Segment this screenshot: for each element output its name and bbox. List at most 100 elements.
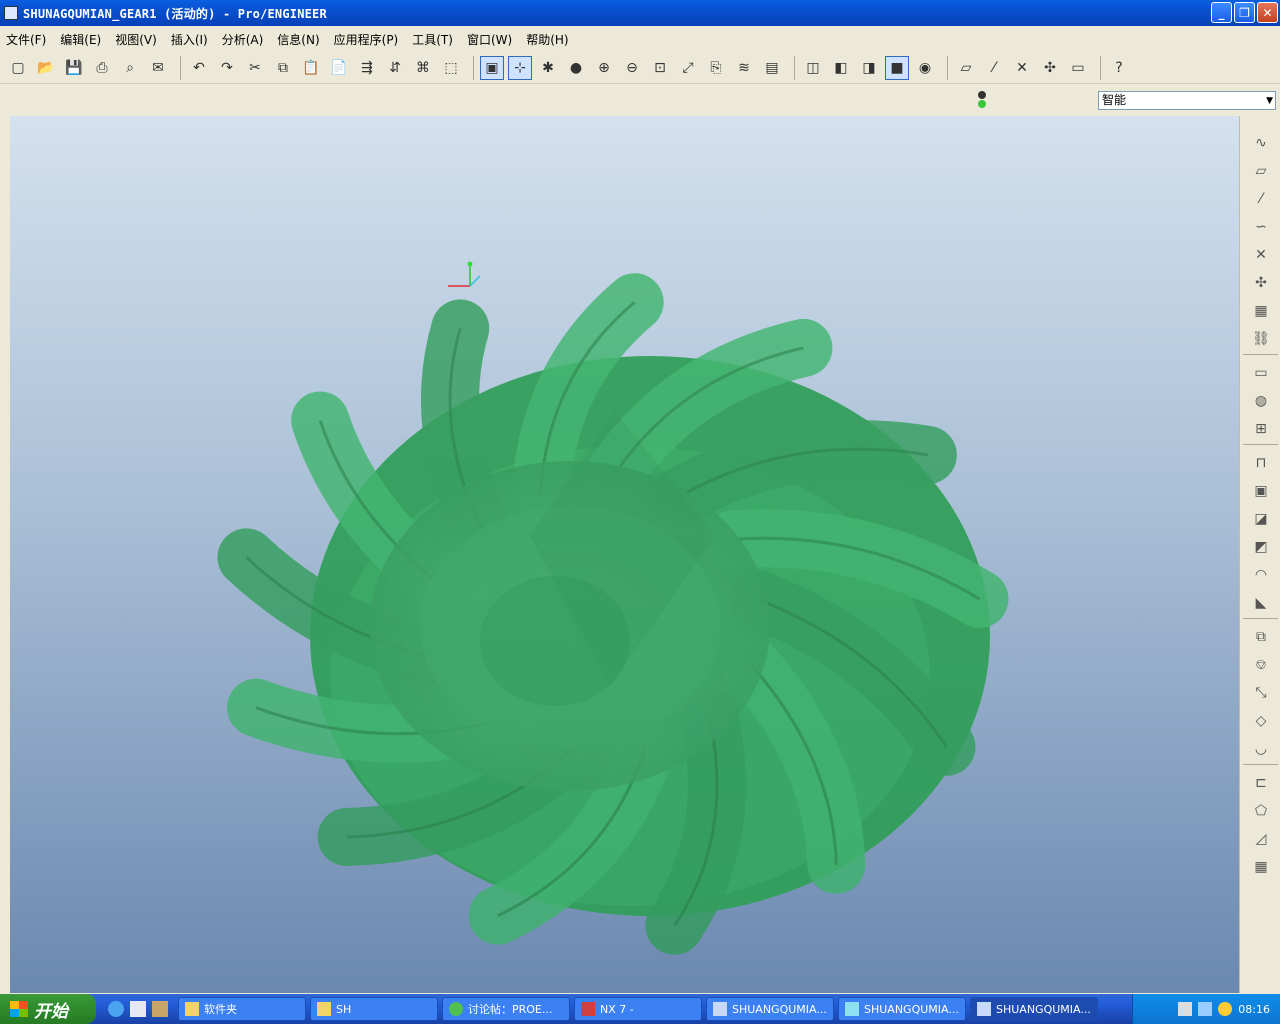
network-icon[interactable] — [1198, 1002, 1213, 1016]
email-icon[interactable]: ✉ — [146, 56, 170, 80]
clock: 08:16 — [1238, 1002, 1270, 1016]
round-icon[interactable]: ◠ — [1249, 564, 1273, 586]
chamfer-icon[interactable]: ◣ — [1249, 592, 1273, 614]
undo-icon[interactable]: ↶ — [187, 56, 211, 80]
no-hidden-icon[interactable]: ◨ — [857, 56, 881, 80]
close-button[interactable]: ✕ — [1257, 2, 1278, 23]
plane-icon[interactable]: ▱ — [1249, 160, 1273, 182]
link-icon[interactable]: ⛓ — [1249, 328, 1273, 350]
solidify-icon[interactable]: ◿ — [1249, 828, 1273, 850]
print-preview-icon[interactable]: ⌕ — [118, 56, 142, 80]
analysis-icon[interactable]: ▦ — [1249, 300, 1273, 322]
paste-special-icon[interactable]: 📄 — [327, 56, 351, 80]
hidden-line-icon[interactable]: ◧ — [829, 56, 853, 80]
help-icon[interactable]: ? — [1107, 56, 1131, 80]
datum-point-icon[interactable]: ✕ — [1010, 56, 1034, 80]
browser-icon — [449, 1002, 463, 1016]
feather-icon[interactable] — [152, 1001, 168, 1017]
task-proe-2[interactable]: SHUANGQUMIA... — [838, 997, 966, 1021]
annotation-icon[interactable]: ▭ — [1066, 56, 1090, 80]
spin-center-icon[interactable]: ⊹ — [508, 55, 532, 80]
task-browser[interactable]: 讨论帖：PROE... — [442, 997, 570, 1021]
refit-icon[interactable]: ⊡ — [648, 56, 672, 80]
sketch-icon[interactable]: ∿ — [1249, 132, 1273, 154]
gear-model[interactable] — [10, 116, 1239, 993]
start-button[interactable]: 开始 — [0, 994, 96, 1024]
copy-icon[interactable]: ⧉ — [271, 56, 295, 80]
point-icon[interactable]: ✕ — [1249, 244, 1273, 266]
cut-icon[interactable]: ✂ — [243, 56, 267, 80]
hole-icon[interactable]: ⊓ — [1249, 452, 1273, 474]
zoom-out-icon[interactable]: ⊖ — [620, 56, 644, 80]
appearance-icon[interactable]: ● — [564, 56, 588, 80]
axis-icon[interactable]: ⁄ — [1249, 188, 1273, 210]
print-icon[interactable]: ⎙ — [90, 56, 114, 80]
view-manager-icon[interactable]: ▤ — [760, 56, 784, 80]
shell-icon[interactable]: ▣ — [1249, 480, 1273, 502]
selection-filter[interactable]: 智能 ▼ — [1098, 91, 1276, 110]
zoom-in-icon[interactable]: ⊕ — [592, 56, 616, 80]
left-sash[interactable] — [0, 116, 10, 993]
menu-view[interactable]: 视图(V) — [115, 31, 157, 48]
task-nx[interactable]: NX 7 - — [574, 997, 702, 1021]
menu-help[interactable]: 帮助(H) — [526, 31, 568, 48]
menu-analysis[interactable]: 分析(A) — [222, 31, 264, 48]
find-icon[interactable]: ⌘ — [411, 56, 435, 80]
save-icon[interactable]: 💾 — [62, 56, 86, 80]
repaint-icon[interactable]: ▣ — [480, 55, 504, 80]
regen-manager-icon[interactable]: ⇵ — [383, 56, 407, 80]
datum-plane-icon[interactable]: ▱ — [954, 56, 978, 80]
regenerate-icon[interactable]: ⇶ — [355, 56, 379, 80]
layers-icon[interactable]: ≋ — [732, 56, 756, 80]
ie-icon[interactable] — [108, 1001, 124, 1017]
open-icon[interactable]: 📂 — [34, 56, 58, 80]
task-folder-2[interactable]: SH — [310, 997, 438, 1021]
paste-icon[interactable]: 📋 — [299, 56, 323, 80]
nx-icon — [581, 1002, 595, 1016]
menu-edit[interactable]: 编辑(E) — [60, 31, 101, 48]
curve-icon[interactable]: ∽ — [1249, 216, 1273, 238]
keyboard-icon[interactable] — [1178, 1002, 1193, 1016]
minimize-button[interactable]: _ — [1211, 2, 1232, 23]
menu-window[interactable]: 窗口(W) — [467, 31, 512, 48]
intersect-icon[interactable]: ⬠ — [1249, 800, 1273, 822]
csys-datum-icon[interactable]: ✣ — [1249, 272, 1273, 294]
menu-tools[interactable]: 工具(T) — [412, 31, 453, 48]
restore-button[interactable]: ❐ — [1234, 2, 1255, 23]
table-icon[interactable]: ⊞ — [1249, 418, 1273, 440]
shading-icon[interactable]: ■ — [885, 55, 909, 80]
toolbar-separator — [1243, 764, 1278, 765]
menu-file[interactable]: 文件(F) — [6, 31, 46, 48]
task-proe-1[interactable]: SHUANGQUMIA... — [706, 997, 834, 1021]
qq-icon[interactable] — [1218, 1002, 1233, 1016]
pattern-icon[interactable]: ⧉ — [1249, 626, 1273, 648]
draft-icon[interactable]: ◩ — [1249, 536, 1273, 558]
task-folder-1[interactable]: 软件夹 — [178, 997, 306, 1021]
trim-icon[interactable]: ⤡ — [1249, 682, 1273, 704]
orient-icon[interactable]: ✱ — [536, 56, 560, 80]
mirror-icon[interactable]: ⎊ — [1249, 654, 1273, 676]
csys-icon[interactable]: ✣ — [1038, 56, 1062, 80]
datum-axis-icon[interactable]: ⁄ — [982, 56, 1006, 80]
menu-insert[interactable]: 插入(I) — [171, 31, 208, 48]
grid-icon[interactable]: ▦ — [1249, 856, 1273, 878]
thicken-icon[interactable]: ◡ — [1249, 738, 1273, 760]
task-proe-3[interactable]: SHUANGQUMIA... — [970, 997, 1098, 1021]
notepad-icon[interactable] — [130, 1001, 146, 1017]
saved-views-icon[interactable]: ⎘ — [704, 56, 728, 80]
note-icon[interactable]: ▭ — [1249, 362, 1273, 384]
wireframe-icon[interactable]: ◫ — [801, 56, 825, 80]
new-icon[interactable]: ▢ — [6, 56, 30, 80]
rib-icon[interactable]: ◪ — [1249, 508, 1273, 530]
merge-icon[interactable]: ⊏ — [1249, 772, 1273, 794]
offset-icon[interactable]: ◇ — [1249, 710, 1273, 732]
view-icon[interactable]: ◍ — [1249, 390, 1273, 412]
quick-launch — [108, 1001, 168, 1017]
model-tree-icon[interactable]: ◉ — [913, 56, 937, 80]
select-box-icon[interactable]: ⬚ — [439, 56, 463, 80]
redo-icon[interactable]: ↷ — [215, 56, 239, 80]
menu-applications[interactable]: 应用程序(P) — [334, 31, 399, 48]
graphics-window[interactable] — [10, 116, 1239, 993]
menu-info[interactable]: 信息(N) — [277, 31, 319, 48]
reorient-icon[interactable]: ⤢ — [676, 56, 700, 80]
